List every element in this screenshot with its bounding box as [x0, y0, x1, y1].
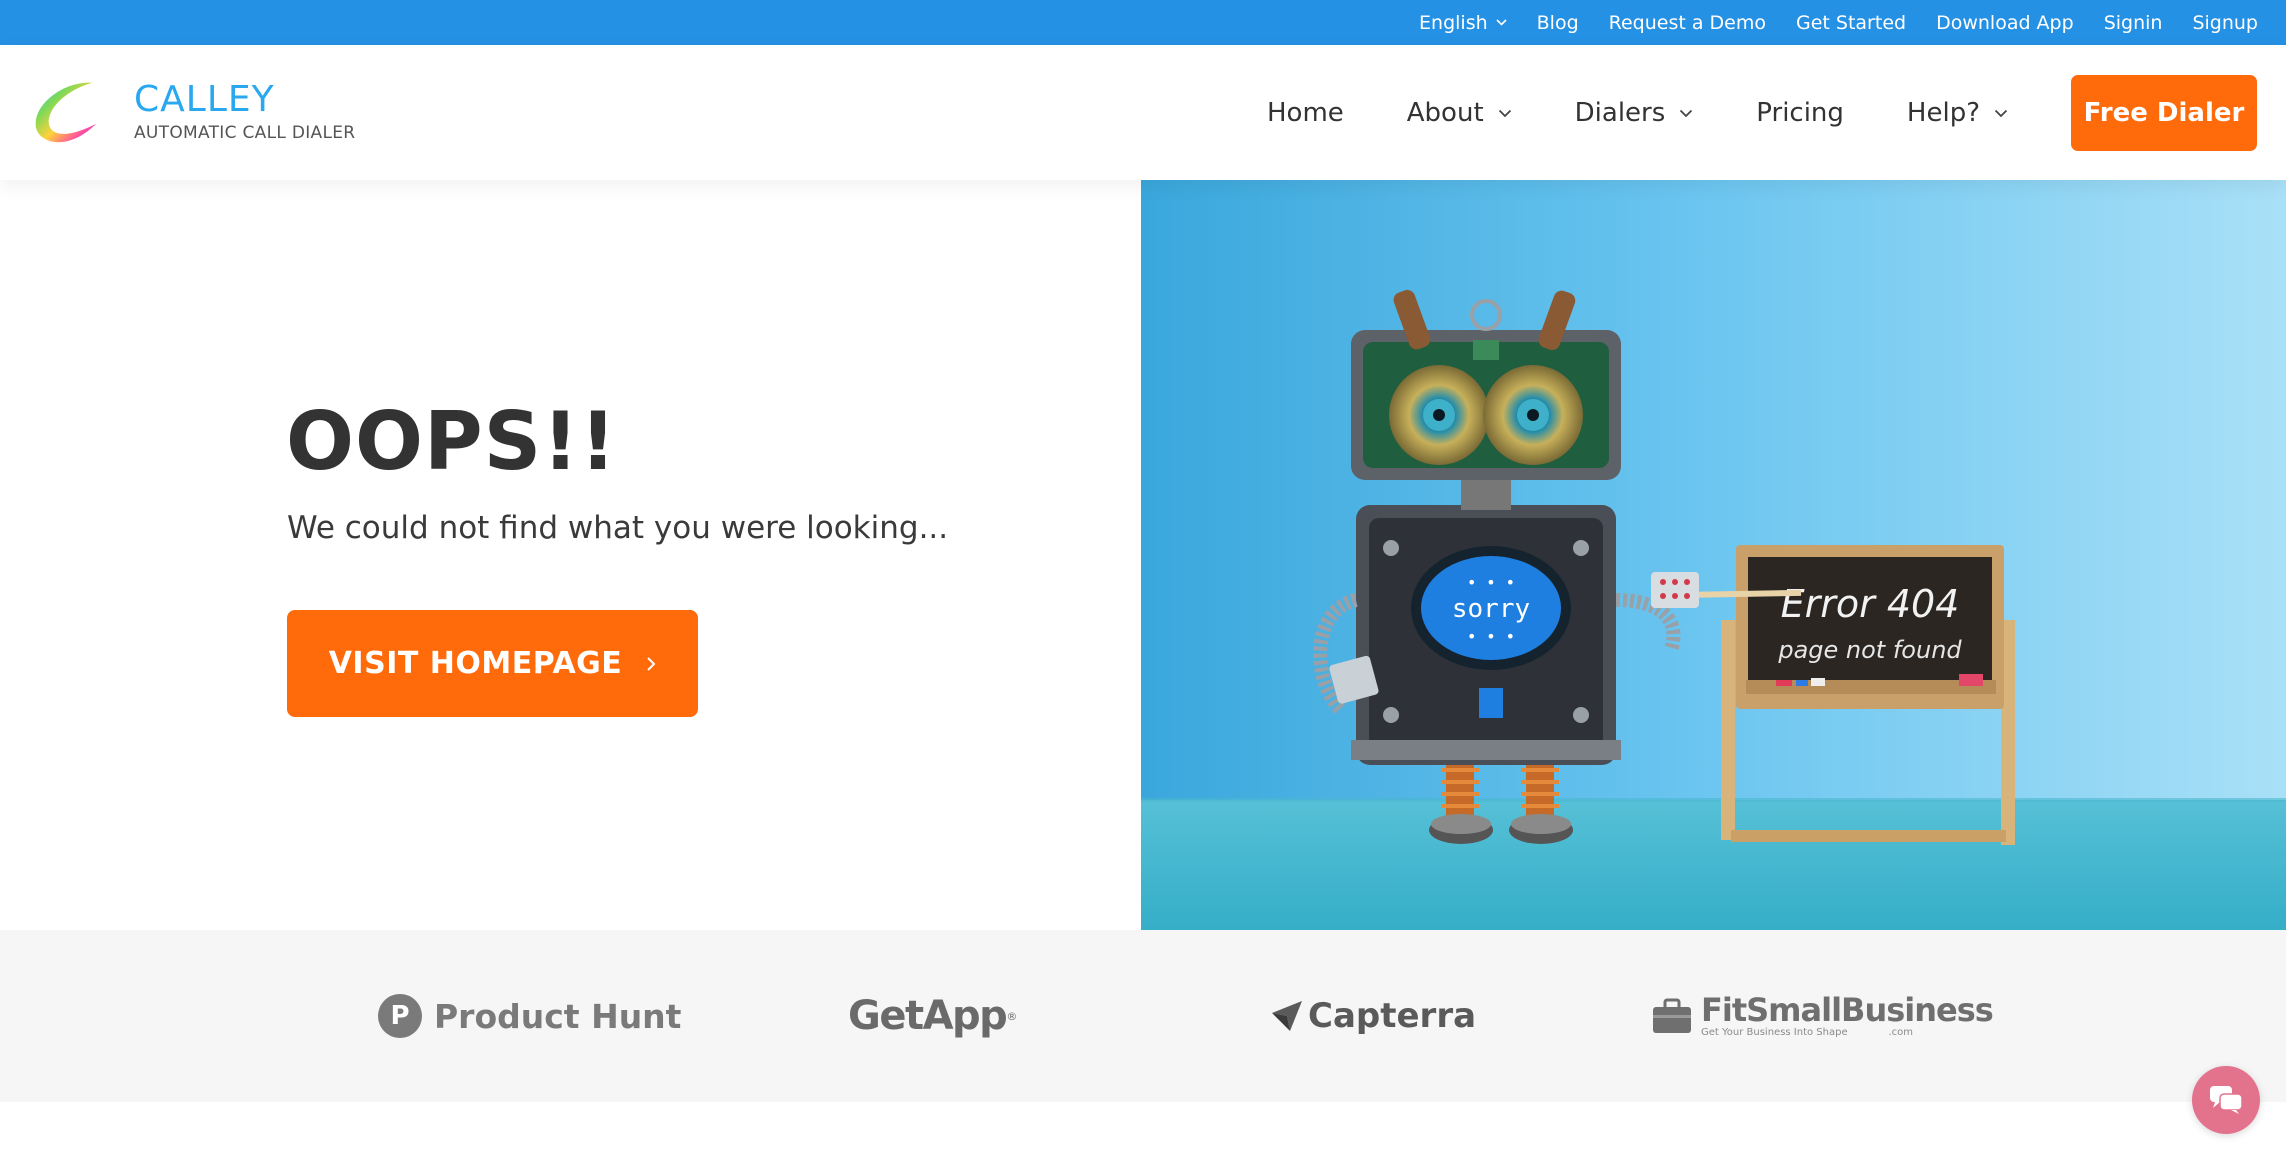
getapp-text: GetApp: [848, 993, 1008, 1039]
error-title: OOPS!!: [286, 395, 618, 488]
robot-404-illustration: Error 404 page not found sorry • • • • •…: [1141, 180, 2286, 930]
svg-text:• • •: • • •: [1467, 627, 1515, 646]
brand-text: CALLEY AUTOMATIC CALL DIALER: [134, 80, 355, 144]
registered-mark: ®: [1006, 1009, 1018, 1023]
visit-homepage-label: VISIT HOMEPAGE: [328, 646, 623, 681]
fitsmallbusiness-suffix: .com: [1888, 1027, 1913, 1038]
brand-logo[interactable]: CALLEY AUTOMATIC CALL DIALER: [28, 73, 355, 151]
nav-dialers[interactable]: Dialers: [1575, 98, 1694, 128]
robot-screen-text: sorry: [1452, 594, 1530, 624]
chat-icon: [2210, 1086, 2243, 1114]
product-hunt-text: Product Hunt: [434, 996, 682, 1036]
nav-dialers-label: Dialers: [1574, 98, 1666, 128]
briefcase-icon: [1653, 998, 1691, 1033]
visit-homepage-button[interactable]: VISIT HOMEPAGE: [287, 610, 698, 717]
brand-name: CALLEY: [134, 79, 275, 120]
free-dialer-button[interactable]: Free Dialer: [2071, 75, 2257, 151]
language-label: English: [1419, 11, 1488, 34]
top-utility-bar: English Blog Request a Demo Get Started …: [0, 0, 2286, 45]
capterra-arrow-icon: [1272, 1001, 1302, 1031]
nav-about-label: About: [1406, 98, 1484, 128]
brand-logos-strip: P Product Hunt GetApp ® Capterra FitSmal…: [0, 930, 2286, 1102]
chevron-down-icon: [1498, 109, 1511, 117]
svg-text:• • •: • • •: [1467, 573, 1515, 592]
nav-help-label: Help?: [1906, 98, 1980, 128]
chevron-down-icon: [1680, 109, 1693, 117]
calley-logo-icon: [35, 82, 97, 143]
top-link-request-demo[interactable]: Request a Demo: [1609, 12, 1766, 34]
product-hunt-icon: P: [378, 994, 422, 1038]
capterra-text: Capterra: [1308, 996, 1477, 1036]
nav-about[interactable]: About: [1407, 98, 1512, 128]
fitsmallbusiness-logo[interactable]: FitSmallBusiness Get Your Business Into …: [1651, 930, 1994, 1102]
product-hunt-logo[interactable]: P Product Hunt: [378, 930, 681, 1102]
nav-pricing[interactable]: Pricing: [1756, 98, 1844, 128]
board-line2: page not found: [1777, 636, 1962, 664]
brand-tagline: AUTOMATIC CALL DIALER: [134, 123, 356, 143]
fitsmallbusiness-text-group: FitSmallBusiness Get Your Business Into …: [1701, 991, 1994, 1039]
error-message-panel: OOPS!! We could not find what you were l…: [0, 180, 1141, 930]
top-link-get-started[interactable]: Get Started: [1796, 12, 1906, 34]
getapp-logo[interactable]: GetApp ®: [848, 930, 1017, 1102]
top-link-blog[interactable]: Blog: [1537, 12, 1579, 34]
capterra-logo[interactable]: Capterra: [1270, 930, 1476, 1102]
nav-home-label: Home: [1266, 98, 1344, 128]
main-nav: Home About Dialers Pricing Help? Free Di…: [1267, 75, 2257, 151]
top-link-signup[interactable]: Signup: [2192, 12, 2258, 34]
chevron-right-icon: [647, 656, 656, 671]
nav-home[interactable]: Home: [1267, 98, 1344, 128]
fitsmallbusiness-text: FitSmallBusiness: [1701, 991, 1994, 1029]
robot-body: sorry • • • • • •: [1351, 505, 1621, 765]
fitsmallbusiness-tagline: Get Your Business Into Shape: [1701, 1027, 1848, 1038]
top-link-signin[interactable]: Signin: [2104, 12, 2163, 34]
robot-scene: Error 404 page not found sorry • • • • •…: [1141, 180, 2286, 930]
chat-widget-button[interactable]: [2192, 1066, 2260, 1134]
chevron-down-icon: [1496, 19, 1507, 26]
top-link-download-app[interactable]: Download App: [1936, 12, 2074, 34]
main-header: CALLEY AUTOMATIC CALL DIALER Home About …: [0, 45, 2286, 180]
nav-pricing-label: Pricing: [1756, 98, 1844, 128]
top-links: English Blog Request a Demo Get Started …: [1419, 0, 2258, 45]
nav-help[interactable]: Help?: [1907, 98, 2008, 128]
language-selector[interactable]: English: [1419, 12, 1507, 34]
board-line1: Error 404: [1781, 582, 1960, 626]
error-subtitle: We could not find what you were looking.…: [287, 510, 949, 546]
chevron-down-icon: [1994, 109, 2008, 117]
